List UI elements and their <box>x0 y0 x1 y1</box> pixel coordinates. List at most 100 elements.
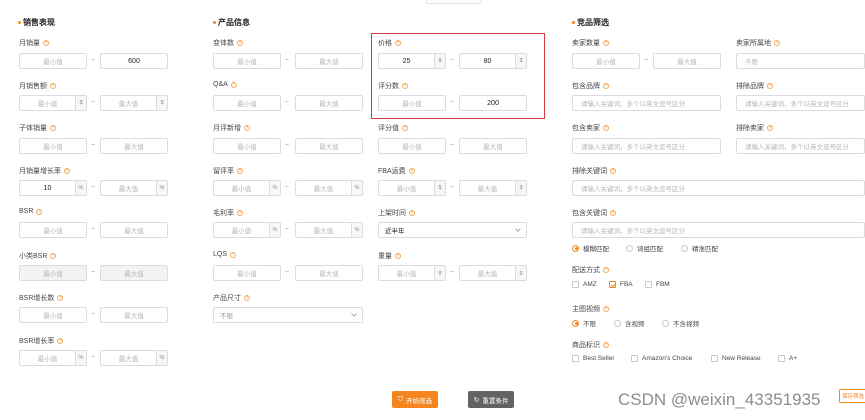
fulfillment-fbm[interactable]: FBM <box>645 281 670 288</box>
main-video-any[interactable]: 不限 <box>572 318 596 328</box>
rating-max-input[interactable]: 最大值 <box>459 138 527 154</box>
monthly-growth-max-input[interactable]: 最大值% <box>100 180 168 196</box>
monthly-new-reviews-max-input[interactable]: 最大值 <box>295 138 363 154</box>
bsr-growth-count-min-input[interactable]: 最小值 <box>19 307 87 323</box>
help-icon[interactable]: ? <box>603 40 609 46</box>
monthly-sales-max-input[interactable]: 600 <box>100 53 168 69</box>
checkbox-icon[interactable] <box>778 355 785 362</box>
variants-min-input[interactable]: 最小值 <box>213 53 281 69</box>
help-icon[interactable]: ? <box>43 40 49 46</box>
help-icon[interactable]: ? <box>767 83 773 89</box>
checkbox-icon[interactable] <box>572 281 579 288</box>
lqs-max-input[interactable]: 最大值 <box>295 265 363 281</box>
help-icon[interactable]: ? <box>603 125 609 131</box>
help-icon[interactable]: ? <box>767 125 773 131</box>
help-icon[interactable]: ? <box>603 83 609 89</box>
tag-best-seller[interactable]: Best Seller <box>572 355 614 362</box>
help-icon[interactable]: ? <box>57 295 64 301</box>
review-count-max-input[interactable]: 200 <box>459 95 527 111</box>
monthly-revenue-min-input[interactable]: 最小值 $ <box>19 95 87 111</box>
bsr-growth-count-max-input[interactable]: 最大值 <box>100 307 168 323</box>
help-icon[interactable]: ? <box>402 125 408 131</box>
monthly-new-reviews-min-input[interactable]: 最小值 <box>213 138 281 154</box>
help-icon[interactable]: ? <box>603 306 609 312</box>
help-icon[interactable]: ? <box>64 168 70 174</box>
main-video-with[interactable]: 含视频 <box>614 318 645 328</box>
help-icon[interactable]: ? <box>402 83 408 89</box>
weight-max-input[interactable]: 最大值 g <box>459 265 527 281</box>
monthly-growth-min-input[interactable]: 10% <box>19 180 87 196</box>
include-keywords-input[interactable]: 请输入关键词，多个以英文逗号区分 <box>572 222 865 238</box>
review-rate-min-input[interactable]: 最小值% <box>213 180 281 196</box>
radio-icon[interactable] <box>681 244 688 252</box>
help-icon[interactable]: ? <box>244 125 250 131</box>
fulfillment-amz[interactable]: AMZ <box>572 281 597 288</box>
help-icon[interactable]: ? <box>50 125 56 131</box>
monthly-sales-min-input[interactable]: 最小值 <box>19 53 87 69</box>
include-brand-input[interactable]: 请输入关键词，多个以英文逗号区分 <box>572 95 721 111</box>
price-min-input[interactable]: 25 $ <box>378 53 446 69</box>
bsr-growth-rate-min-input[interactable]: 最小值% <box>19 350 87 366</box>
tag-a-plus[interactable]: A+ <box>778 355 797 362</box>
help-icon[interactable]: ? <box>244 295 250 301</box>
exclude-keywords-input[interactable]: 请输入关键词，多个以英文逗号区分 <box>572 180 865 196</box>
child-sales-min-input[interactable]: 最小值 <box>19 138 87 154</box>
tag-amazons-choice[interactable]: Amazon's Choice <box>631 355 692 362</box>
variants-max-input[interactable]: 最大值 <box>295 53 363 69</box>
bsr-growth-rate-max-input[interactable]: 最大值% <box>100 350 168 366</box>
sub-bsr-min-input[interactable]: 最小值 <box>19 265 87 281</box>
review-rate-max-input[interactable]: 最大值% <box>295 180 363 196</box>
bsr-max-input[interactable]: 最大值 <box>100 222 168 238</box>
help-icon[interactable]: ? <box>774 40 780 46</box>
include-seller-input[interactable]: 请输入关键词，多个以英文逗号区分 <box>572 138 721 154</box>
help-icon[interactable]: ? <box>610 210 616 216</box>
help-icon[interactable]: ? <box>36 208 43 215</box>
checkbox-checked-icon[interactable] <box>609 281 616 288</box>
radio-icon[interactable] <box>662 319 669 327</box>
weight-min-input[interactable]: 最小值 g <box>378 265 446 281</box>
main-video-without[interactable]: 不含视频 <box>662 318 699 328</box>
help-icon[interactable]: ? <box>230 251 237 258</box>
match-mode-exact[interactable]: 精准匹配 <box>681 243 718 253</box>
checkbox-icon[interactable] <box>711 355 718 362</box>
fulfillment-fba[interactable]: FBA <box>609 281 633 288</box>
fba-fee-max-input[interactable]: 最大值 $ <box>459 180 527 196</box>
help-icon[interactable]: ? <box>50 253 57 259</box>
seller-count-min-input[interactable]: 最小值 <box>572 53 640 69</box>
help-icon[interactable]: ? <box>237 210 243 216</box>
child-sales-max-input[interactable]: 最大值 <box>100 138 168 154</box>
help-icon[interactable]: ? <box>237 168 243 174</box>
price-max-input[interactable]: 80 $ <box>459 53 527 69</box>
review-count-min-input[interactable]: 最小值 <box>378 95 446 111</box>
qa-min-input[interactable]: 最小值 <box>213 95 281 111</box>
reset-button[interactable]: ↻ 重置条件 <box>468 391 514 408</box>
gross-margin-max-input[interactable]: 最大值% <box>295 222 363 238</box>
help-icon[interactable]: ? <box>395 253 401 259</box>
seller-location-select[interactable]: 不限 <box>736 53 865 69</box>
rating-min-input[interactable]: 最小值 <box>378 138 446 154</box>
radio-selected-icon[interactable] <box>572 244 579 252</box>
match-mode-fuzzy[interactable]: 模糊匹配 <box>572 243 609 253</box>
tag-new-release[interactable]: New Release <box>711 355 761 362</box>
radio-icon[interactable] <box>614 319 621 327</box>
bsr-min-input[interactable]: 最小值 <box>19 222 87 238</box>
radio-icon[interactable] <box>626 244 633 252</box>
exclude-seller-input[interactable]: 请输入关键词，多个以英文逗号区分 <box>736 138 865 154</box>
help-icon[interactable]: ? <box>230 81 237 88</box>
match-mode-phrase[interactable]: 词组匹配 <box>626 243 663 253</box>
help-icon[interactable]: ? <box>603 342 609 348</box>
checkbox-icon[interactable] <box>645 281 652 288</box>
radio-selected-icon[interactable] <box>572 319 579 327</box>
help-icon[interactable]: ? <box>395 40 401 46</box>
sub-bsr-max-input[interactable]: 最大值 <box>100 265 168 281</box>
seller-count-max-input[interactable]: 最大值 <box>653 53 721 69</box>
monthly-revenue-max-input[interactable]: 最大值 $ <box>100 95 168 111</box>
save-filter-tab[interactable]: 保存筛选 <box>839 389 865 403</box>
help-icon[interactable]: ? <box>409 210 415 216</box>
help-icon[interactable]: ? <box>610 168 616 174</box>
qa-max-input[interactable]: 最大值 <box>295 95 363 111</box>
exclude-brand-input[interactable]: 请输入关键词，多个以英文逗号区分 <box>736 95 865 111</box>
help-icon[interactable]: ? <box>237 40 243 46</box>
help-icon[interactable]: ? <box>50 83 56 89</box>
gross-margin-min-input[interactable]: 最小值% <box>213 222 281 238</box>
